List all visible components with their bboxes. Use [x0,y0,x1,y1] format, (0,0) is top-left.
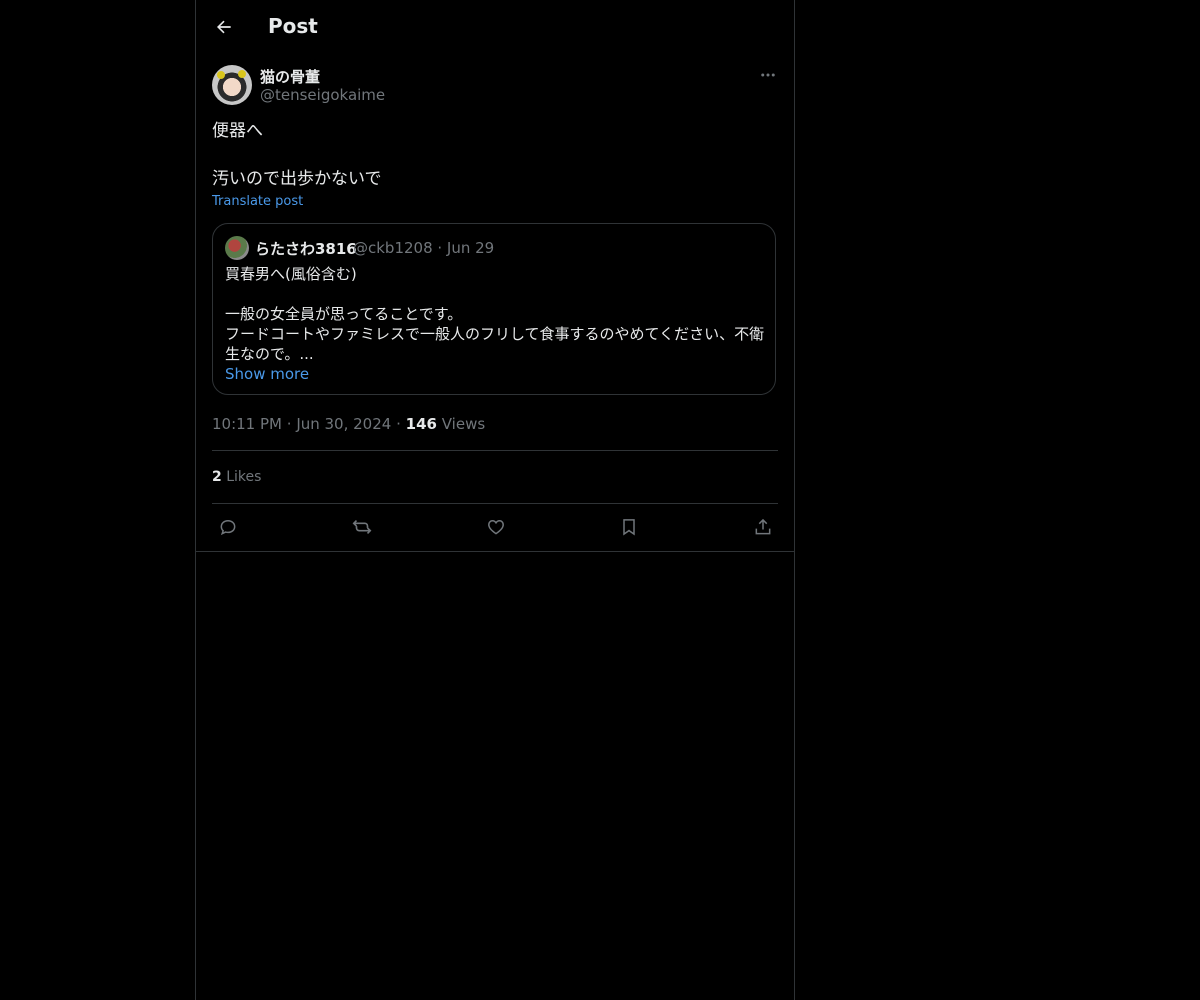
post-date[interactable]: Jun 30, 2024 [296,415,391,433]
reply-button[interactable] [216,515,240,539]
quoted-text: 買春男へ(風俗含む) 一般の女全員が思ってることです。 フードコートやファミレス… [225,265,765,363]
likes-count: 2 [212,469,222,485]
more-horizontal-icon [761,73,775,77]
post-time[interactable]: 10:11 PM [212,415,282,433]
avatar[interactable] [212,65,252,105]
action-bar [196,503,794,552]
post-text: 便器へ 汚いので出歩かないで [212,121,382,189]
views-count: 146 [405,415,437,433]
separator-dot: · [286,415,297,433]
show-more-link[interactable]: Show more [225,365,309,383]
post-timestamp: 10:11 PM · Jun 30, 2024 · 146 Views [212,415,485,433]
back-button[interactable] [210,13,238,41]
bookmark-button[interactable] [617,515,641,539]
quoted-meta: @ckb1208 · Jun 29 [353,239,495,257]
bookmark-icon [623,519,635,536]
heart-icon [488,519,504,535]
more-options-button[interactable] [756,64,780,86]
like-button[interactable] [484,515,508,539]
repost-button[interactable] [350,515,374,539]
views-label: Views [441,415,486,433]
page-title: Post [268,14,318,38]
quoted-display-name[interactable]: らたさわ3816 [255,238,357,259]
author-display-name[interactable]: 猫の骨董 [260,66,320,87]
share-button[interactable] [751,515,775,539]
quoted-post[interactable]: らたさわ3816 @ckb1208 · Jun 29 買春男へ(風俗含む) 一般… [212,223,776,395]
separator-dot: · [396,415,406,433]
translate-post-link[interactable]: Translate post [212,194,303,209]
post-header: Post [196,0,794,54]
repost-icon [352,519,372,535]
author-handle[interactable]: @tenseigokaime [260,86,385,104]
post-column: Post 猫の骨董 @tenseigokaime 便器へ 汚いので出歩かないで … [195,0,795,1000]
quoted-avatar[interactable] [225,236,249,260]
divider [212,450,778,451]
likes-label: Likes [226,469,262,485]
reply-icon [220,519,236,536]
likes-stat[interactable]: 2 Likes [212,469,261,485]
arrow-left-icon [217,20,231,34]
share-icon [755,518,771,535]
